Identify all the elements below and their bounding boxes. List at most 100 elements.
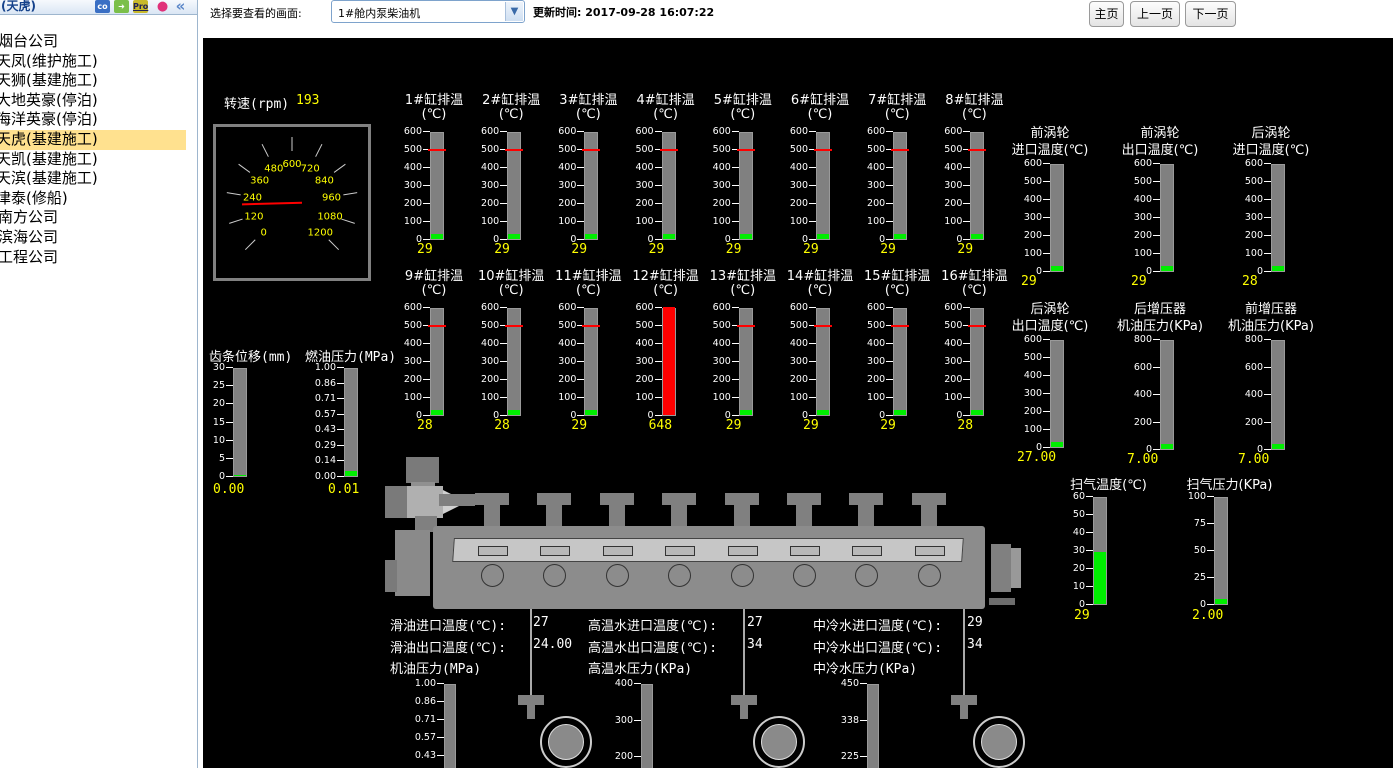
cyl-unit: (℃) (421, 283, 447, 298)
tree-item-label: 工程公司 (0, 247, 59, 266)
dial-label: 720 (301, 163, 320, 174)
turbo-gauge-bar (1160, 164, 1174, 272)
cyl-gauge-tick-label: 500 (713, 321, 739, 331)
fuel-gauge-tick-label: 0.43 (315, 425, 344, 435)
tree-item[interactable]: 工程公司 (0, 248, 197, 268)
pump-neck (740, 703, 748, 719)
cyl-gauge-tick-label: 100 (481, 217, 507, 227)
turbo-gauge-value: 27.00 (1017, 450, 1057, 465)
scav-gauge-fill (1215, 599, 1227, 604)
rpm-value: 193 (296, 93, 320, 108)
ic-press-gauge-tick-label: 450 (841, 679, 867, 689)
fuel-gauge-ticks: 1.00 0.86 0.71 0.57 0.43 0.29 0.14 0.00 (308, 363, 344, 482)
cyl-gauge-alarm-mark (814, 325, 832, 327)
cylinder-head-stem (920, 504, 937, 528)
cyl-gauge-alarm-mark (428, 149, 446, 151)
tree-item[interactable]: 烟台公司 (0, 32, 197, 52)
tree-item[interactable]: 津泰(修船) (0, 189, 197, 209)
cyl-unit: (℃) (884, 107, 910, 122)
tree-item[interactable]: 天凯(基建施工) (0, 150, 197, 170)
map-pin-icon[interactable]: ● (155, 0, 170, 13)
pump-housing (540, 716, 592, 768)
cyl-gauge-bar (661, 307, 676, 416)
pump-pipe (743, 609, 745, 697)
tree-item[interactable]: 滨海公司 (0, 228, 197, 248)
oil-press-gauge-ticks: 1.000.860.710.570.430.29 (408, 679, 444, 768)
turbo-gauge-tick-label: 500 (1134, 177, 1160, 187)
tree-item[interactable]: 天滨(基建施工) (0, 169, 197, 189)
cyl-gauge-tick-label: 500 (558, 145, 584, 155)
scav-gauge-tick-label: 50 (1194, 546, 1214, 556)
turbo-gauge-tick-label: 600 (1134, 159, 1160, 169)
turbo-gauge-bar (1050, 340, 1064, 448)
cyl-gauge-ticks: 600 500 400 300 200 100 0 (558, 127, 584, 245)
tree-item[interactable]: 大地英豪(停泊) (0, 91, 197, 111)
scav-gauge-tick-label: 30 (1073, 546, 1093, 556)
tree-item[interactable]: 南方公司 (0, 208, 197, 228)
cyl-gauge-value: 28 (494, 418, 510, 433)
fuel-gauge-tick-label: 0.00 (315, 472, 344, 482)
cyl-gauge-ticks: 600 500 400 300 200 100 0 (944, 303, 970, 421)
turbo-gauge-tick-label: 100 (1134, 249, 1160, 259)
cyl-gauge-ticks: 600 500 400 300 200 100 0 (944, 127, 970, 245)
cyl-gauge-tick-label: 200 (713, 375, 739, 385)
collapse-icon[interactable]: « (173, 0, 188, 14)
cyl-gauge-fill (431, 233, 443, 239)
turbo-gauge-tick-label: 400 (1134, 390, 1160, 400)
turbo-gauge-tick-label: 0 (1146, 267, 1160, 277)
tree-item[interactable]: 天虎(基建施工) (0, 129, 186, 150)
tree-item[interactable]: 天狮(基建施工) (0, 71, 197, 91)
turbo-gauge-tick-label: 0 (1036, 267, 1050, 277)
co-icon[interactable]: co (95, 0, 110, 13)
cyl-unit: (℃) (653, 283, 678, 298)
cyl-gauge-tick-label: 300 (944, 357, 970, 367)
mount-foot (989, 598, 1015, 605)
turbo-title-2: 出口温度(℃) (1011, 319, 1089, 334)
turbo-gauge-fill (1272, 265, 1284, 271)
ht-in-value: 27 (747, 615, 763, 630)
screen-select[interactable]: 1#舱内泵柴油机 ▼ (331, 0, 525, 23)
cyl-gauge-tick-label: 500 (481, 145, 507, 155)
oil-press-gauge-tick-label: 0.43 (415, 751, 444, 761)
rack-gauge-tick-label: 10 (213, 435, 233, 446)
tree-item-label: 海洋英豪(停泊) (0, 110, 98, 129)
scav-gauge-tick-label: 40 (1073, 528, 1093, 538)
arrow-icon[interactable]: ➜ (114, 0, 129, 13)
cyl-title: 9#缸排温 (404, 269, 464, 284)
cyl-gauge-value: 29 (880, 418, 896, 433)
chevron-down-icon[interactable]: ▼ (505, 2, 523, 21)
cyl-gauge-value: 29 (725, 242, 742, 257)
crank-circle (793, 564, 816, 587)
turbo-gauge-fill (1051, 265, 1063, 271)
home-button[interactable]: 主页 (1089, 1, 1124, 27)
turbo-gauge-tick-label: 0 (1257, 267, 1271, 277)
cyl-gauge-tick-label: 400 (713, 339, 739, 349)
turbo-gauge-tick-label: 500 (1024, 353, 1050, 363)
turbo-left (385, 486, 407, 518)
cyl-unit: (℃) (576, 283, 601, 298)
turbo-gauge-ticks: 600 500 400 300 200 100 0 (1024, 335, 1050, 453)
cyl-title: 1#缸排温 (404, 93, 464, 108)
tree-item[interactable]: 天凤(维护施工) (0, 52, 197, 72)
ht-in-label: 高温水进口温度(℃): (588, 619, 718, 634)
cyl-gauge-tick-label: 100 (404, 393, 430, 403)
tree-item[interactable]: 海洋英豪(停泊) (0, 110, 197, 130)
turbo-gauge-tick-label: 400 (1245, 195, 1271, 205)
cyl-gauge-alarm-mark (582, 149, 601, 151)
rack-gauge-bar (233, 368, 247, 477)
cyl-gauge-tick-label: 500 (404, 145, 430, 155)
pro-icon[interactable]: Pro (133, 0, 148, 13)
turbo-gauge-ticks: 600 500 400 300 200 100 0 (1134, 159, 1160, 277)
next-page-button[interactable]: 下一页 (1185, 1, 1236, 27)
cyl-gauge-ticks: 600 500 400 300 200 100 0 (404, 127, 430, 245)
ic-press-label: 中冷水压力(KPa) (813, 662, 918, 677)
cylinder-head-stem (546, 504, 563, 528)
cyl-gauge-tick-label: 100 (790, 393, 816, 403)
cyl-gauge-fill (585, 409, 598, 415)
rocker-window (727, 546, 758, 556)
manifold-start (439, 494, 475, 506)
cyl-gauge-ticks: 600 500 400 300 200 100 0 (790, 127, 816, 245)
prev-page-button[interactable]: 上一页 (1130, 1, 1180, 27)
cyl-gauge-ticks: 600 500 400 300 200 100 0 (867, 127, 893, 245)
flywheel-housing (991, 544, 1011, 592)
